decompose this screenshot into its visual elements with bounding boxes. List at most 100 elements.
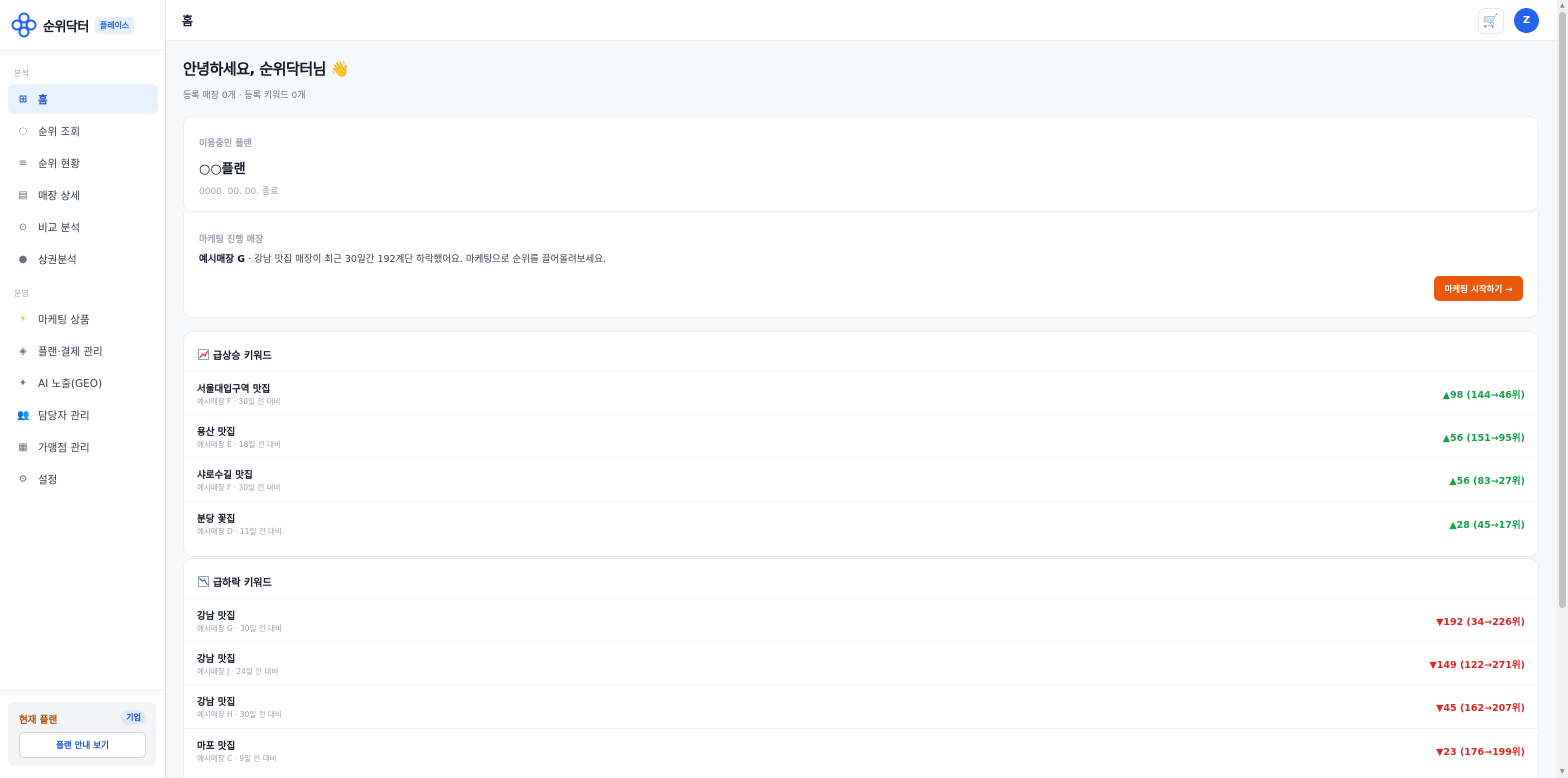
brand[interactable]: 순위닥터 플레이스 [0,0,165,51]
sidebar: 순위닥터 플레이스 분석 ⊞ 홈 ◌ 순위 조회 ≡ 순위 현황 ▤ 매장 상세… [0,0,166,778]
sidebar-item-commercial-area[interactable]: ● 상권분석 [8,244,158,274]
keyword-meta: 예시매장 C · 9일 전 대비 [197,754,277,763]
lightning-icon: ⚡ [19,313,27,325]
sidebar-item-label: 매장 상세 [38,189,80,202]
sparkle-icon: ✦ [18,377,28,389]
keyword-meta: 예시매장 J · 24일 전 대비 [197,667,279,676]
search-icon: ◌ [18,125,28,137]
sidebar-item-label: 홈 [38,93,48,106]
chart-down-icon [198,576,209,587]
sidebar-item-label: 담당자 관리 [38,409,90,422]
sidebar-item-label: 가맹점 관리 [38,441,90,454]
keyword-name: 분당 꽃집 [197,514,236,525]
rank-change-down: ▼45 (162→207위) [1436,703,1525,714]
sidebar-item-marketing[interactable]: ⚡ 마케팅 상품 [8,304,158,334]
keyword-meta: 예시매장 E · 18일 전 대비 [197,440,281,449]
rising-keyword-row[interactable]: 용산 맛집 예시매장 E · 18일 전 대비 ▲56 (151→95위) [184,414,1538,457]
building-icon: ▦ [18,441,28,453]
sidebar-item-label: 마케팅 상품 [38,313,90,326]
keyword-meta: 예시매장 D · 11일 전 대비 [197,527,282,536]
sidebar-item-rank-search[interactable]: ◌ 순위 조회 [8,116,158,146]
logo-icon [11,12,37,38]
keyword-meta: 예시매장 G · 30일 전 대비 [197,624,282,633]
location-icon: ● [18,253,28,265]
scrollbar[interactable]: ▲ ▼ [1557,0,1568,778]
current-plan-box: 현재 플랜 기업 플랜 안내 보기 [8,702,156,766]
keyword-name: 마포 맛집 [197,741,236,752]
scroll-down-icon[interactable]: ▼ [1560,768,1565,775]
rank-change-down: ▼192 (34→226위) [1436,617,1525,628]
current-plan-title: 현재 플랜 [19,715,58,726]
greeting: 안녕하세요, 순위닥터님 👋 [183,60,349,78]
sidebar-item-rank-status[interactable]: ≡ 순위 현황 [8,148,158,178]
marketing-card: 마케팅 진행 매장 예시매장 G · 강남 맛집 매장이 최근 30일간 192… [183,213,1539,318]
sidebar-item-managers[interactable]: 👥 담당자 관리 [8,400,158,430]
falling-keywords-title-text: 급하락 키워드 [213,578,272,589]
keyword-meta: 예시매장 F · 30일 전 대비 [197,397,281,406]
marketing-store-name: 예시매장 G [199,254,246,265]
compare-icon: ⊙ [18,221,28,233]
sidebar-item-label: 순위 조회 [38,125,80,138]
keyword-meta: 예시매장 H · 30일 전 대비 [197,710,282,719]
sidebar-item-label: 비교 분석 [38,221,80,234]
sidebar-item-home[interactable]: ⊞ 홈 [8,84,158,114]
sidebar-item-plan-billing[interactable]: ◈ 플랜·결제 관리 [8,336,158,366]
sidebar-item-compare[interactable]: ⊙ 비교 분석 [8,212,158,242]
scroll-up-icon[interactable]: ▲ [1560,2,1565,9]
diamond-icon: ◈ [19,345,27,357]
people-icon: 👥 [17,409,30,421]
rank-change-up: ▲56 (83→27위) [1449,476,1525,487]
rising-keywords-card: 급상승 키워드 서울대입구역 맛집 예시매장 F · 30일 전 대비 ▲98 … [183,331,1539,557]
keyword-name: 용산 맛집 [197,427,236,438]
sidebar-item-store-detail[interactable]: ▤ 매장 상세 [8,180,158,210]
sidebar-item-label: 순위 현황 [38,157,80,170]
falling-keyword-row[interactable]: 강남 맛집 예시매장 G · 30일 전 대비 ▼192 (34→226위) [184,598,1538,641]
list-icon: ≡ [18,157,28,169]
plan-end-date: 0000. 00. 00. 종료 [199,187,279,197]
rank-change-down: ▼149 (122→271위) [1429,660,1526,671]
rising-keywords-title-text: 급상승 키워드 [213,351,272,362]
brand-name: 순위닥터 [43,19,89,35]
sidebar-item-label: 플랜·결제 관리 [38,345,103,358]
rank-change-up: ▲56 (151→95위) [1442,433,1525,444]
plan-guide-button[interactable]: 플랜 안내 보기 [19,732,146,758]
rank-change-up: ▲28 (45→17위) [1449,520,1525,531]
page-title: 홈 [182,14,194,28]
falling-keyword-row[interactable]: 강남 맛집 예시매장 H · 30일 전 대비 ▼45 (162→207위) [184,684,1538,727]
section-label-analysis: 분석 [14,69,29,78]
plan-card: 이용중인 플랜 ○○플랜 0000. 00. 00. 종료 [183,116,1539,212]
start-marketing-button[interactable]: 마케팅 시작하기 → [1434,276,1523,301]
keyword-name: 강남 맛집 [197,611,236,622]
sidebar-item-label: 상권분석 [38,253,77,266]
scrollbar-thumb[interactable] [1559,12,1566,608]
summary-text: 등록 매장 0개 · 등록 키워드 0개 [183,91,306,101]
store-icon: ▤ [18,189,28,201]
keyword-name: 서울대입구역 맛집 [197,384,271,395]
rising-keyword-row[interactable]: 서울대입구역 맛집 예시매장 F · 30일 전 대비 ▲98 (144→46위… [184,371,1538,414]
sidebar-item-franchise[interactable]: ▦ 가맹점 관리 [8,432,158,462]
falling-keywords-card: 급하락 키워드 강남 맛집 예시매장 G · 30일 전 대비 ▼192 (34… [183,558,1539,778]
rising-keyword-row[interactable]: 분당 꽃집 예시매장 D · 11일 전 대비 ▲28 (45→17위) [184,501,1538,544]
rank-change-up: ▲98 (144→46위) [1442,390,1525,401]
rising-keyword-row[interactable]: 샤로수길 맛집 예시매장 F · 30일 전 대비 ▲56 (83→27위) [184,457,1538,500]
topbar: 홈 🛒 Z [167,0,1557,41]
brand-badge: 플레이스 [94,16,135,34]
cart-button[interactable]: 🛒 [1478,8,1504,34]
marketing-message-text: · 강남 맛집 매장이 최근 30일간 192계단 하락했어요. 마케팅으로 순… [245,254,606,265]
keyword-meta: 예시매장 F · 30일 전 대비 [197,483,281,492]
current-plan-tag: 기업 [121,710,146,725]
keyword-name: 강남 맛집 [197,654,236,665]
marketing-message: 예시매장 G · 강남 맛집 매장이 최근 30일간 192계단 하락했어요. … [199,251,606,265]
sidebar-item-ai-geo[interactable]: ✦ AI 노출(GEO) [8,368,158,398]
sidebar-item-settings[interactable]: ⚙ 설정 [8,464,158,494]
grid-icon: ⊞ [18,93,28,105]
sidebar-divider [0,690,165,691]
falling-keyword-row[interactable]: 강남 맛집 예시매장 J · 24일 전 대비 ▼149 (122→271위) [184,641,1538,684]
cart-icon: 🛒 [1482,13,1500,29]
chart-up-icon [198,349,209,360]
rising-keywords-title: 급상승 키워드 [198,347,272,362]
avatar[interactable]: Z [1514,8,1539,33]
sidebar-item-label: AI 노출(GEO) [38,377,103,390]
falling-keyword-row[interactable]: 마포 맛집 예시매장 C · 9일 전 대비 ▼23 (176→199위) [184,728,1538,771]
section-label-operation: 운영 [14,289,29,298]
